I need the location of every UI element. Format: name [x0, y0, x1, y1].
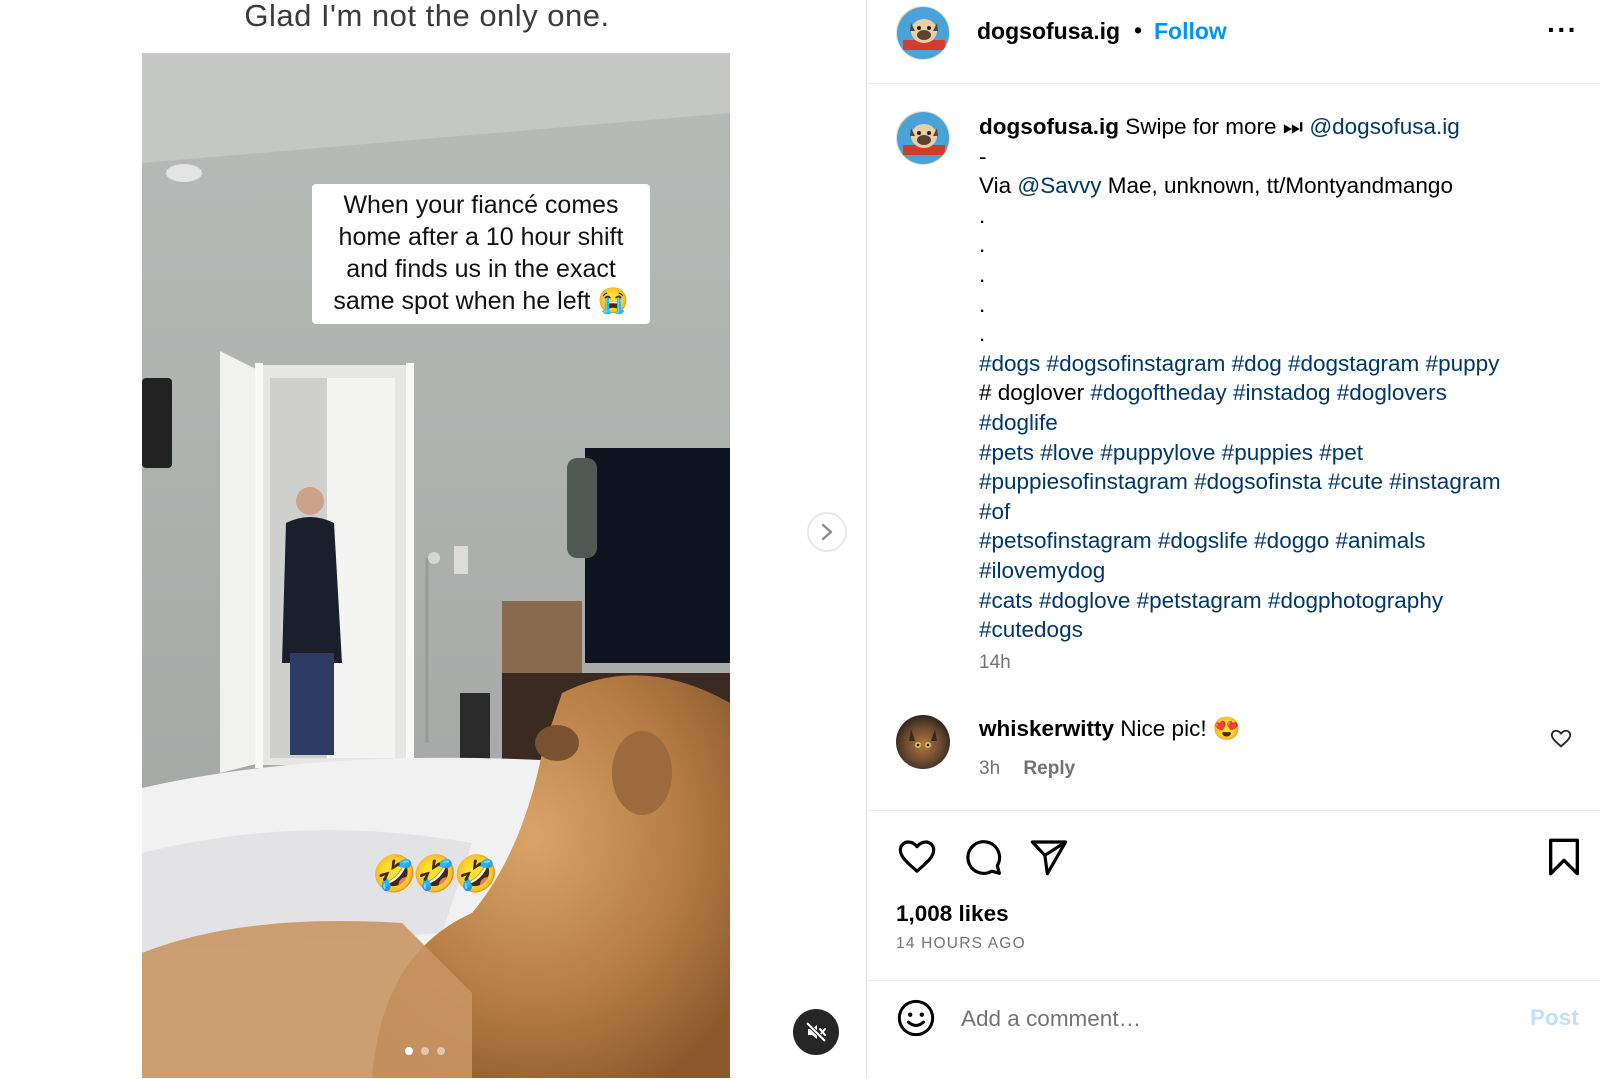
hashtag-line[interactable]: #dogs #dogsofinstagram #dog #dogstagram …	[979, 349, 1579, 379]
media-top-caption: Glad I'm not the only one.	[244, 0, 610, 33]
overlay-line: and finds us in the exact	[346, 255, 616, 283]
comment-text: Nice pic! 😍	[1114, 716, 1241, 741]
follow-button[interactable]: Follow	[1154, 18, 1227, 45]
bookmark-icon	[1548, 838, 1579, 876]
comment-body: whiskerwitty Nice pic! 😍	[979, 716, 1241, 742]
like-button[interactable]	[896, 837, 938, 882]
via-mention[interactable]: @Savvy	[1017, 173, 1101, 198]
share-button[interactable]	[1029, 837, 1069, 882]
hashtag-line[interactable]: #doglife	[979, 408, 1579, 438]
comment-button[interactable]	[963, 837, 1003, 882]
carousel-indicator	[405, 1047, 445, 1055]
caption-via-line: Via @Savvy Mae, unknown, tt/Montyandmang…	[979, 171, 1579, 201]
comment-timestamp[interactable]: 3h	[979, 758, 1000, 779]
caption-dot: .	[979, 321, 986, 347]
emoji-picker-button[interactable]	[896, 998, 936, 1043]
post-actions: 1,008 likes 14 HOURS AGO	[867, 810, 1600, 981]
heart-icon	[1550, 729, 1572, 748]
pug-logo-icon	[897, 112, 949, 164]
chevron-right-icon	[821, 523, 833, 541]
caption-dash: -	[979, 143, 987, 169]
pug-logo-icon	[897, 7, 949, 59]
heart-icon	[898, 840, 936, 873]
post-caption: dogsofusa.ig Swipe for more ⏭ @dogsofusa…	[979, 112, 1579, 645]
post-details-panel: dogsofusa.ig • Follow ··· dogsofusa.ig S…	[866, 0, 1600, 1078]
hashtag-line[interactable]: #puppiesofinstagram #dogsofinsta #cute #…	[979, 467, 1579, 497]
carousel-next-button[interactable]	[807, 512, 847, 552]
caption-mention[interactable]: @dogsofusa.ig	[1309, 114, 1459, 139]
via-rest: Mae, unknown, tt/Montyandmango	[1101, 173, 1453, 199]
cat-avatar-icon	[909, 729, 937, 748]
mute-toggle-button[interactable]	[793, 1009, 839, 1055]
hashtag-line[interactable]: #ilovemydog	[979, 556, 1579, 586]
caption-intro-line: dogsofusa.ig Swipe for more ⏭ @dogsofusa…	[979, 112, 1579, 142]
caption-intro: Swipe for more ⏭	[1119, 114, 1310, 139]
carousel-dot[interactable]	[405, 1047, 413, 1055]
more-icon: ···	[1547, 14, 1578, 45]
save-button[interactable]	[1547, 837, 1581, 882]
reply-button[interactable]: Reply	[1023, 758, 1075, 779]
header-separator: •	[1134, 17, 1143, 43]
comment-icon	[966, 840, 1002, 875]
caption-username[interactable]: dogsofusa.ig	[979, 114, 1119, 139]
commenter-username[interactable]: whiskerwitty	[979, 716, 1114, 741]
overlay-emojis: 🤣🤣🤣	[372, 853, 499, 894]
media-area: Glad I'm not the only one. When your fia…	[0, 0, 866, 1078]
caption-avatar[interactable]	[896, 111, 950, 165]
comment-meta: 3h Reply	[979, 758, 1093, 780]
emoji-icon	[897, 999, 935, 1037]
overlay-line: same spot when he left 😭	[333, 287, 629, 315]
hashtag-line[interactable]: #pets #love #puppylove #puppies #pet	[979, 438, 1579, 468]
caption-dot: .	[979, 261, 986, 287]
comment-input[interactable]	[959, 997, 1503, 1041]
post-header: dogsofusa.ig • Follow ···	[867, 0, 1600, 84]
carousel-dot[interactable]	[421, 1047, 429, 1055]
post-comment-button[interactable]: Post	[1530, 1005, 1579, 1031]
overlay-line: home after a 10 hour shift	[338, 223, 624, 251]
share-icon	[1030, 840, 1068, 876]
caption-dot: .	[979, 291, 986, 317]
hashtag-line[interactable]: #cutedogs	[979, 615, 1579, 645]
mute-icon	[805, 1021, 827, 1043]
comment-item: whiskerwitty Nice pic! 😍 3h Reply	[867, 712, 1600, 802]
caption-dot: .	[979, 232, 986, 258]
caption-dot: .	[979, 202, 986, 228]
comment-like-button[interactable]	[1550, 728, 1572, 755]
likes-count[interactable]: 1,008 likes	[896, 901, 1009, 927]
hashtag-line[interactable]: # doglover #dogoftheday #instadog #doglo…	[979, 378, 1579, 408]
add-comment-bar: Post	[867, 980, 1600, 1079]
overlay-line: When your fiancé comes	[343, 191, 619, 219]
carousel-dot[interactable]	[437, 1047, 445, 1055]
post-timestamp[interactable]: 14 HOURS AGO	[896, 935, 1026, 953]
more-options-button[interactable]: ···	[1547, 14, 1578, 46]
author-avatar[interactable]	[896, 6, 950, 60]
caption-timestamp[interactable]: 14h	[979, 652, 1011, 674]
hashtag-line[interactable]: #cats #doglove #petstagram #dogphotograp…	[979, 586, 1579, 616]
post-video[interactable]: When your fiancé comes home after a 10 h…	[142, 53, 730, 1078]
hashtag-line-rest[interactable]: #dogoftheday #instadog #doglovers	[1090, 380, 1447, 405]
author-username[interactable]: dogsofusa.ig	[977, 18, 1120, 45]
hashtag-line[interactable]: #of	[979, 497, 1579, 527]
via-prefix: Via	[979, 173, 1018, 199]
hashtag-hash-text: # doglover	[979, 380, 1091, 406]
video-text-overlay: When your fiancé comes home after a 10 h…	[312, 184, 650, 324]
hashtag-line[interactable]: #petsofinstagram #dogslife #doggo #anima…	[979, 526, 1579, 556]
commenter-avatar[interactable]	[896, 715, 950, 769]
